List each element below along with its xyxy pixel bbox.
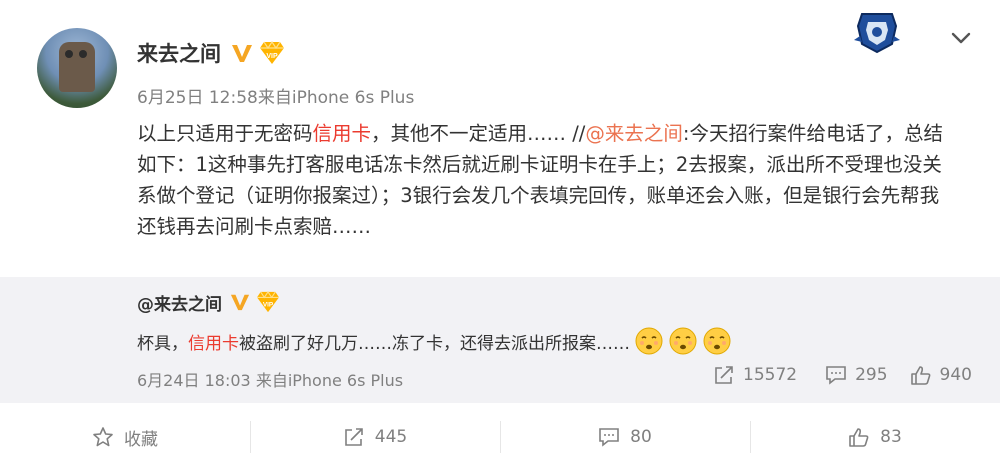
- repost-author-row: @来去之间 VIP: [137, 290, 280, 315]
- weibo-post: 来去之间 VIP 6月25日 12:58来自iPhone 6s Plus 以上只…: [0, 0, 1000, 471]
- robot-figure: [59, 42, 95, 92]
- thumbs-up-icon: [849, 428, 869, 447]
- favorite-label: 收藏: [124, 429, 158, 450]
- repost-share-stat[interactable]: 15572: [713, 365, 797, 385]
- repost-author[interactable]: @来去之间: [137, 290, 222, 315]
- action-bar: 收藏 445 80 83: [0, 403, 1000, 471]
- repost-like-count: 940: [939, 365, 972, 385]
- repost-count: 445: [374, 427, 408, 447]
- comment-count: 80: [630, 427, 652, 447]
- content-text-2: ，其他不一定适用…… //: [371, 122, 586, 145]
- highlight-keyword[interactable]: 信用卡: [188, 329, 239, 354]
- repost-comment-count: 295: [855, 365, 888, 385]
- post-meta: 6月25日 12:58来自iPhone 6s Plus: [137, 88, 415, 108]
- share-icon: [715, 366, 733, 384]
- v-verified-icon: [232, 45, 252, 62]
- repost-card[interactable]: @来去之间 VIP 杯具， 信用卡 被盗刷了好几万……冻了卡，还得去派出所报案……: [0, 277, 1000, 403]
- star-icon: [93, 427, 113, 447]
- emoji-icon: [669, 327, 697, 355]
- thumbs-up-icon: [910, 366, 930, 385]
- badge-icon[interactable]: [852, 10, 902, 54]
- repost-like-stat[interactable]: 940: [910, 365, 972, 385]
- vip-diamond-icon: VIP: [260, 41, 284, 64]
- repost-share-count: 15572: [743, 365, 798, 385]
- mention-link[interactable]: @来去之间: [585, 122, 683, 145]
- favorite-button[interactable]: 收藏: [0, 403, 250, 471]
- v-verified-icon: [230, 294, 250, 311]
- comment-button[interactable]: 80: [500, 403, 750, 471]
- share-icon: [344, 428, 363, 446]
- repost-text: 杯具， 信用卡 被盗刷了好几万……冻了卡，还得去派出所报案……: [137, 326, 732, 356]
- author-row: 来去之间 VIP: [137, 38, 285, 68]
- like-count: 83: [880, 427, 902, 447]
- svg-text:VIP: VIP: [266, 53, 278, 60]
- author-name[interactable]: 来去之间: [137, 38, 221, 68]
- comment-icon: [599, 428, 619, 447]
- chevron-down-icon[interactable]: [950, 30, 972, 46]
- repost-comment-stat[interactable]: 295: [825, 365, 888, 385]
- post-content: 以上只适用于无密码信用卡，其他不一定适用…… //@来去之间:今天招行案件给电话…: [137, 118, 957, 242]
- repost-meta: 6月24日 18:03 来自iPhone 6s Plus: [137, 371, 404, 390]
- emoji-icon: [703, 327, 731, 355]
- like-button[interactable]: 83: [750, 403, 1000, 471]
- highlight-keyword[interactable]: 信用卡: [313, 122, 372, 145]
- vip-diamond-icon: VIP: [257, 291, 279, 313]
- repost-text-1: 杯具，: [137, 333, 188, 354]
- svg-text:VIP: VIP: [263, 302, 274, 309]
- comment-icon: [826, 366, 846, 385]
- repost-stats: 15572 295 940: [685, 365, 972, 385]
- repost-text-2: 被盗刷了好几万……冻了卡，还得去派出所报案……: [239, 333, 630, 354]
- avatar[interactable]: [37, 28, 117, 108]
- content-text-1: 以上只适用于无密码: [137, 122, 313, 145]
- emoji-icon: [635, 327, 663, 355]
- repost-button[interactable]: 445: [250, 403, 500, 471]
